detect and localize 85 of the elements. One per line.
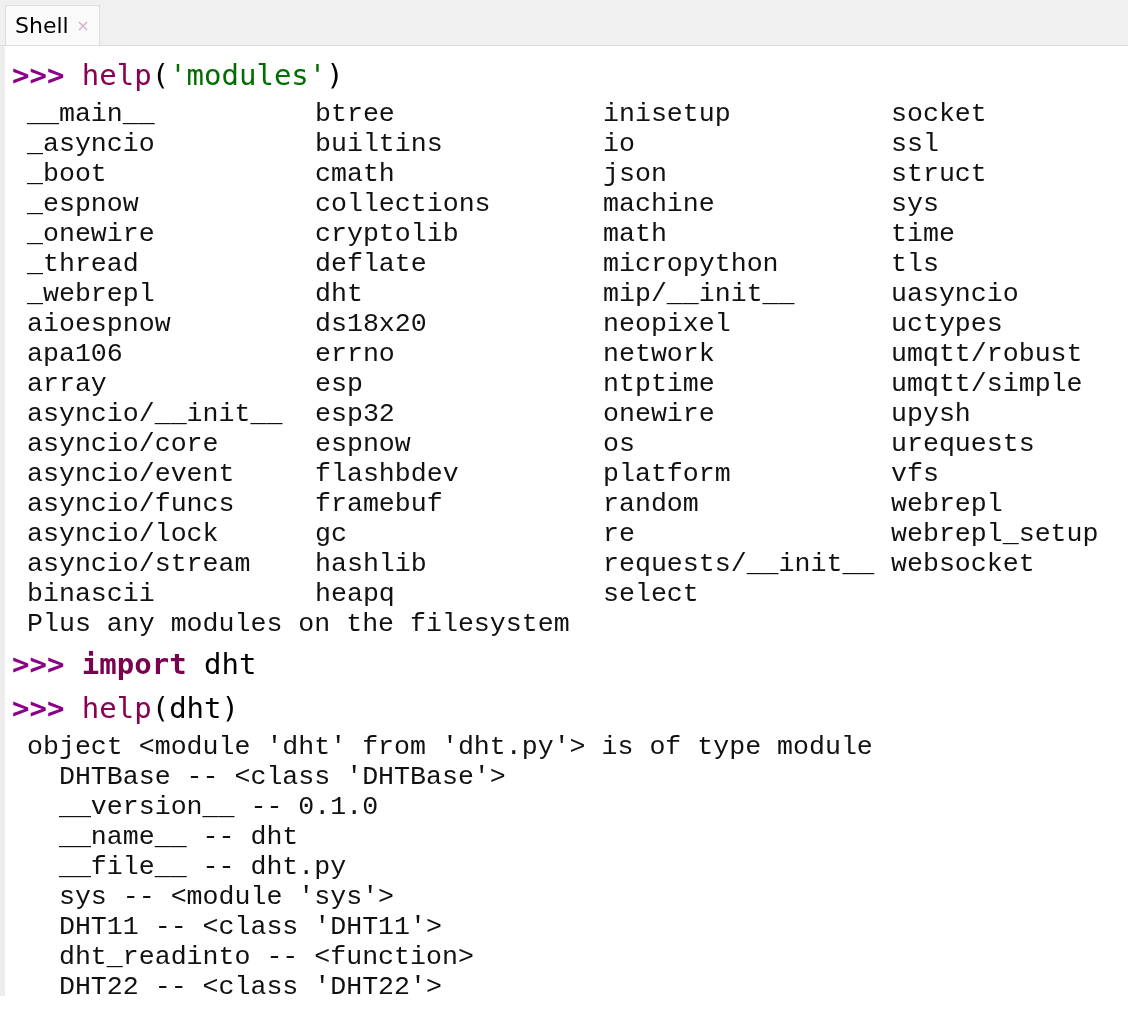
module-name: random <box>603 489 700 519</box>
output-line: DHT22 -- <class 'DHT22'> <box>57 972 442 996</box>
tab[interactable]: Shell <box>5 5 100 45</box>
output-line: dht_readinto -- <function> <box>57 942 474 972</box>
module-name: requests/__init__ <box>603 549 876 579</box>
output-line: Plus any modules on the filesystem <box>27 609 570 639</box>
module-name: ntptime <box>603 369 716 399</box>
module-name: math <box>603 219 668 249</box>
command-text: import dht <box>81 646 257 683</box>
module-name: aioespnow <box>27 309 172 339</box>
module-name: ds18x20 <box>315 309 428 339</box>
module-name: tls <box>891 249 940 279</box>
module-name: vfs <box>891 459 940 489</box>
module-name: heapq <box>315 579 396 609</box>
module-name: binascii <box>27 579 156 609</box>
output-line: sys -- <module 'sys'> <box>57 882 395 912</box>
module-name: webrepl_setup <box>891 519 1100 549</box>
output-line: __file__ -- dht.py <box>57 852 347 882</box>
module-name: gc <box>315 519 348 549</box>
module-name: network <box>603 339 716 369</box>
module-name: os <box>603 429 636 459</box>
module-name: _boot <box>27 159 108 189</box>
module-name: btree <box>315 99 396 129</box>
module-name: time <box>891 219 956 249</box>
module-name: flashbdev <box>315 459 460 489</box>
module-name: onewire <box>603 399 716 429</box>
module-name: asyncio/__init__ <box>27 399 284 429</box>
module-name: re <box>603 519 636 549</box>
output-line: __name__ -- dht <box>57 822 299 852</box>
module-name: asyncio/lock <box>27 519 220 549</box>
module-name: sys <box>891 189 940 219</box>
module-name: socket <box>891 99 988 129</box>
prompt-marker: >>> <box>12 690 66 727</box>
module-name: deflate <box>315 249 428 279</box>
module-name: dht <box>315 279 364 309</box>
command-text: help(dht) <box>81 690 239 727</box>
module-name: webrepl <box>891 489 1004 519</box>
module-name: apa106 <box>27 339 124 369</box>
module-name: asyncio/funcs <box>27 489 236 519</box>
output-line: __version__ -- 0.1.0 <box>57 792 379 822</box>
module-name: platform <box>603 459 732 489</box>
module-name: asyncio/stream <box>27 549 252 579</box>
module-name: _webrepl <box>27 279 156 309</box>
close-icon[interactable] <box>76 19 89 32</box>
module-name: ssl <box>891 129 940 159</box>
module-name: cmath <box>315 159 396 189</box>
module-name: hashlib <box>315 549 428 579</box>
module-name: micropython <box>603 249 780 279</box>
module-name: inisetup <box>603 99 732 129</box>
module-name: io <box>603 129 636 159</box>
module-name: select <box>603 579 700 609</box>
module-name: umqtt/simple <box>891 369 1084 399</box>
module-name: builtins <box>315 129 444 159</box>
output-line: object <module 'dht' from 'dht.py'> is of type module <box>27 732 873 762</box>
output-line: DHTBase -- <class 'DHTBase'> <box>57 762 506 792</box>
module-name: array <box>27 369 108 399</box>
module-name: _asyncio <box>27 129 156 159</box>
module-name: _thread <box>27 249 140 279</box>
module-name: __main__ <box>27 99 156 129</box>
module-name: asyncio/event <box>27 459 236 489</box>
module-name: upysh <box>891 399 972 429</box>
prompt-marker: >>> <box>12 57 66 94</box>
module-name: esp32 <box>315 399 396 429</box>
module-name: umqtt/robust <box>891 339 1084 369</box>
prompt-marker: >>> <box>12 646 66 683</box>
module-name: _onewire <box>27 219 156 249</box>
module-name: uctypes <box>891 309 1004 339</box>
module-name: errno <box>315 339 396 369</box>
module-name: collections <box>315 189 492 219</box>
module-name: _espnow <box>27 189 140 219</box>
output-line: DHT11 -- <class 'DHT11'> <box>57 912 442 942</box>
command-text: help('modules') <box>81 57 344 94</box>
module-name: espnow <box>315 429 412 459</box>
module-name: mip/__init__ <box>603 279 796 309</box>
module-name: uasyncio <box>891 279 1020 309</box>
module-name: cryptolib <box>315 219 460 249</box>
module-name: esp <box>315 369 364 399</box>
module-name: json <box>603 159 668 189</box>
module-name: urequests <box>891 429 1036 459</box>
module-name: struct <box>891 159 988 189</box>
module-name: framebuf <box>315 489 444 519</box>
module-name: machine <box>603 189 716 219</box>
module-name: websocket <box>891 549 1036 579</box>
module-name: asyncio/core <box>27 429 220 459</box>
module-name: neopixel <box>603 309 732 339</box>
